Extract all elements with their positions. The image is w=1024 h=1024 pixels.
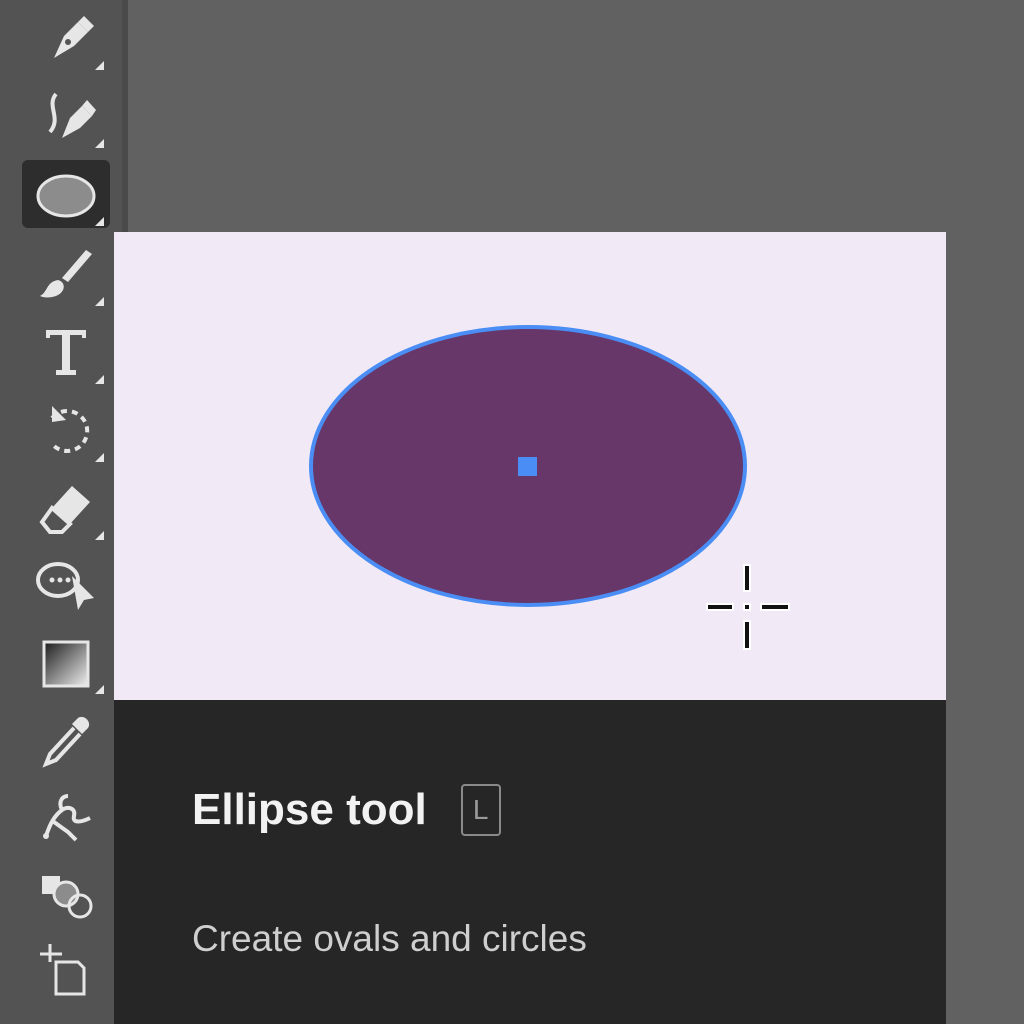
keyboard-shortcut-badge: L	[460, 784, 501, 836]
eraser-icon	[39, 486, 90, 534]
puppet-warp-tool-button[interactable]	[22, 784, 110, 852]
rotate-icon	[50, 406, 90, 453]
submenu-indicator	[95, 61, 104, 70]
submenu-indicator	[95, 297, 104, 306]
center-point-marker	[518, 457, 537, 476]
curvature-pen-tool-button[interactable]	[22, 82, 110, 150]
eyedropper-icon	[42, 716, 90, 768]
paintbrush-tool-button[interactable]	[22, 240, 110, 308]
submenu-indicator	[95, 685, 104, 694]
rotate-tool-button[interactable]	[22, 396, 110, 464]
eyedropper-tool-button[interactable]	[22, 706, 110, 774]
submenu-indicator	[95, 375, 104, 384]
tool-description: Create ovals and circles	[192, 918, 587, 959]
artboard-icon	[40, 944, 86, 996]
ellipse-icon	[36, 174, 96, 218]
type-icon	[46, 330, 86, 375]
pen-tool-button[interactable]	[22, 4, 110, 72]
shape-builder-icon	[36, 562, 94, 610]
submenu-indicator	[95, 139, 104, 148]
tool-title: Ellipse tool	[192, 785, 427, 834]
symbol-sprayer-tool-button[interactable]	[22, 860, 110, 928]
eraser-tool-button[interactable]	[22, 474, 110, 542]
ellipse-tool-button[interactable]	[22, 160, 110, 228]
puppet-warp-icon	[43, 794, 91, 842]
ellipse-preview-illustration	[309, 325, 790, 650]
tooltip-title-row: Ellipse tool L	[192, 784, 501, 836]
crosshair-cursor-icon	[706, 564, 790, 650]
gradient-tool-button[interactable]	[22, 628, 110, 696]
type-tool-button[interactable]	[22, 318, 110, 386]
tool-tooltip: Ellipse tool L Create ovals and circles	[114, 232, 946, 1024]
submenu-indicator	[95, 453, 104, 462]
pen-icon	[54, 16, 94, 58]
symbol-sprayer-icon	[42, 876, 93, 919]
gradient-icon	[42, 640, 90, 688]
submenu-indicator	[95, 217, 104, 226]
submenu-indicator	[95, 531, 104, 540]
tool-preview	[114, 232, 946, 700]
curvature-pen-icon	[48, 92, 96, 138]
paintbrush-icon	[40, 250, 92, 298]
artboard-tool-button[interactable]	[22, 936, 110, 1004]
shape-builder-tool-button[interactable]	[22, 550, 110, 618]
tools-panel	[0, 0, 128, 1024]
